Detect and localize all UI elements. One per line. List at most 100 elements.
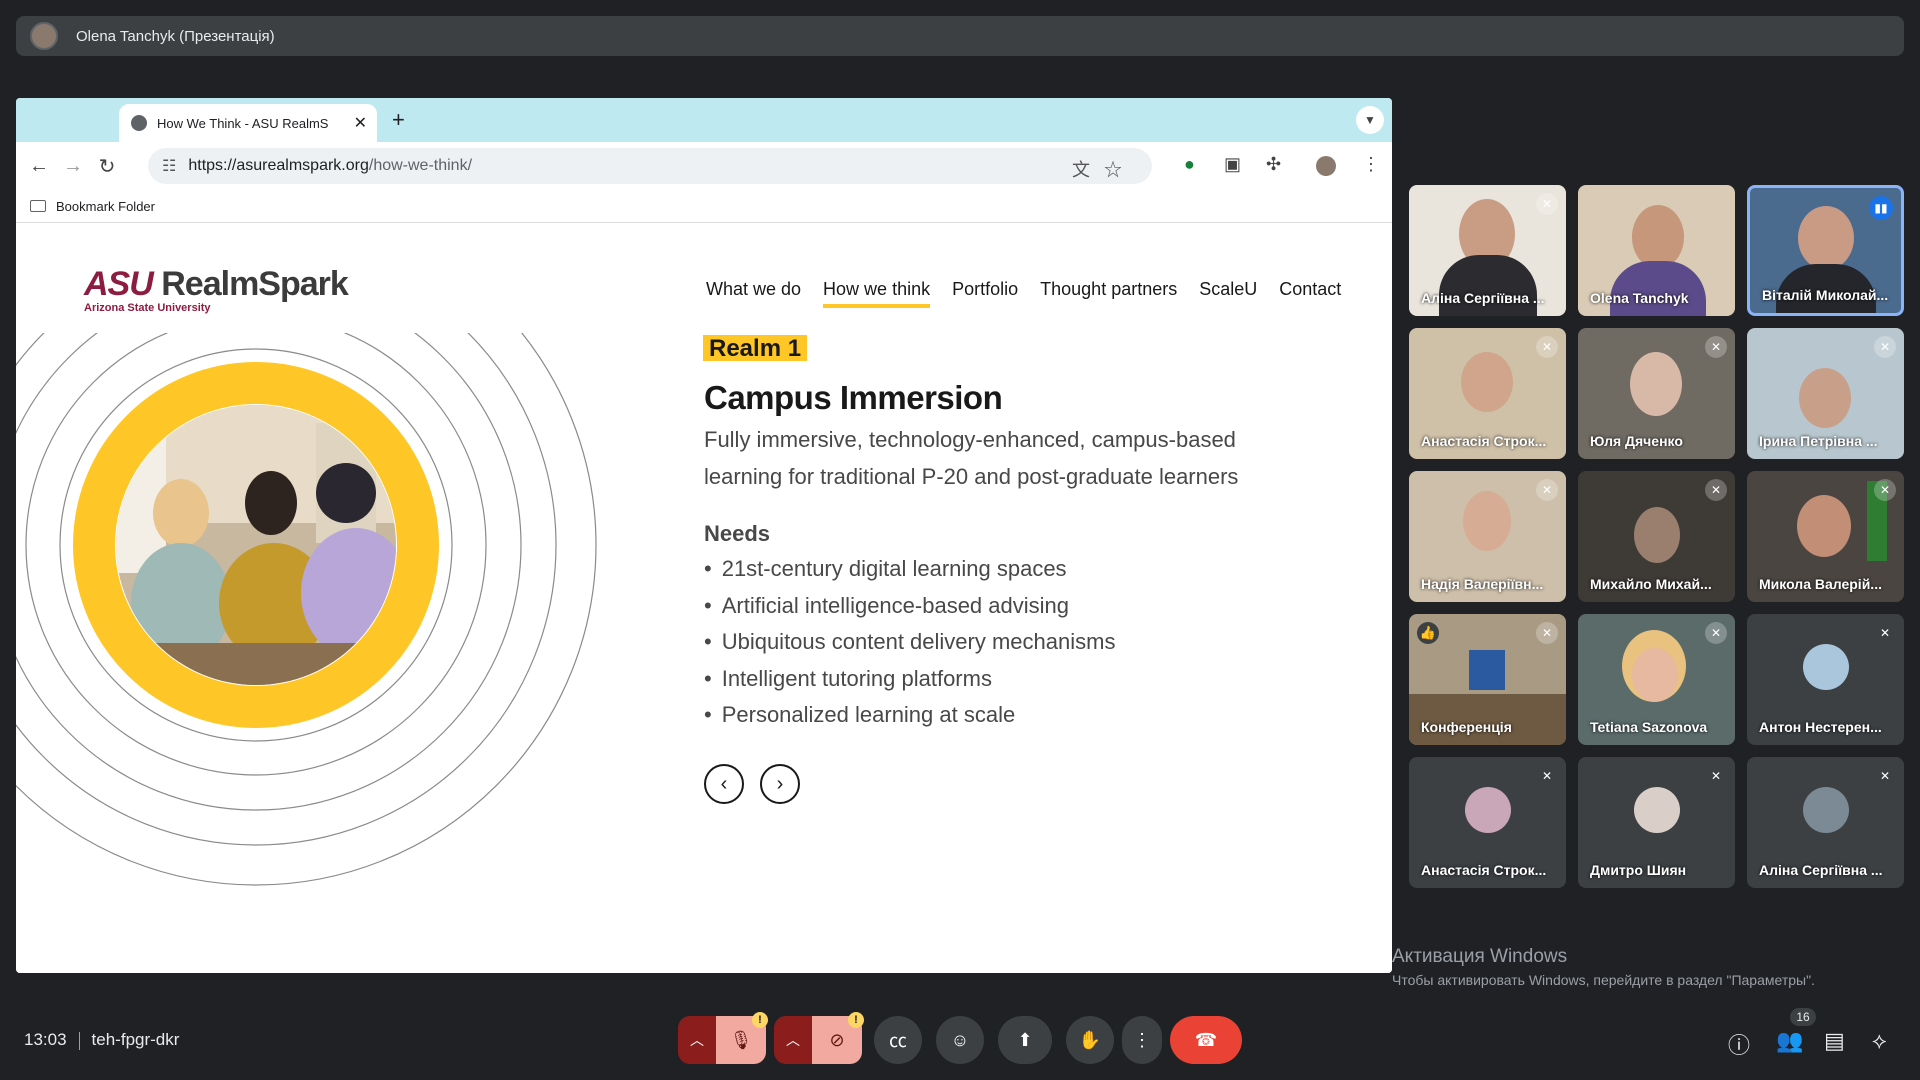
participants-count-badge: 16 (1790, 1008, 1816, 1026)
list-item: Artificial intelligence-based advising (704, 588, 1115, 625)
more-vert-icon: ⋮ (1133, 1029, 1151, 1050)
camera-warning-icon: ! (848, 1012, 864, 1028)
chat-icon[interactable]: ▤ (1824, 1028, 1845, 1054)
tab-title: How We Think - ASU RealmS (157, 115, 329, 131)
next-slide-button[interactable]: › (760, 764, 800, 804)
needs-list: 21st-century digital learning spaces Art… (704, 551, 1116, 734)
section-description: Fully immersive, technology-enhanced, ca… (704, 427, 1239, 489)
speaking-icon: ▮▮ (1869, 196, 1893, 220)
mic-off-icon: ✕ (1536, 479, 1558, 501)
folder-icon (30, 200, 46, 212)
activation-title: Активация Windows (1392, 946, 1568, 967)
list-item: Ubiquitous content delivery mechanisms (704, 624, 1116, 661)
browser-tab[interactable]: How We Think - ASU RealmS ✕ (119, 104, 377, 142)
participant-tile[interactable]: 👍 ✕ Конференція (1409, 614, 1566, 745)
star-icon[interactable]: 文☆ (1072, 156, 1136, 182)
mic-options-button[interactable]: ︿ (678, 1016, 716, 1064)
info-icon[interactable]: ⓘ (1728, 1028, 1750, 1060)
participant-name: Анастасія Строк... (1421, 433, 1547, 449)
participant-tile[interactable]: ✕ Анастасія Строк... (1409, 757, 1566, 888)
bookmark-folder[interactable]: Bookmark Folder (56, 199, 155, 214)
more-options-button[interactable]: ⋮ (1122, 1016, 1162, 1064)
mic-off-icon: ✕ (1541, 769, 1553, 783)
participant-name: Ірина Петрівна ... (1759, 433, 1878, 449)
activation-text: Чтобы активировать Windows, перейдите в … (1392, 972, 1815, 988)
site-info-icon[interactable]: ☷ (162, 156, 176, 176)
nav-thought-partners[interactable]: Thought partners (1040, 279, 1177, 308)
participant-tile[interactable]: ▮▮ Віталій Миколай... (1747, 185, 1904, 316)
forward-icon[interactable]: → (56, 155, 90, 178)
participant-tile[interactable]: Olena Tanchyk (1578, 185, 1735, 316)
people-icon[interactable]: 👥 (1776, 1028, 1803, 1054)
chevron-left-icon: ‹ (720, 772, 728, 795)
reload-icon[interactable]: ↻ (90, 154, 124, 179)
participant-name: Аліна Сергіївна ... (1421, 290, 1545, 306)
extension-app-icon[interactable]: ▣ (1224, 154, 1241, 175)
close-icon[interactable]: ✕ (354, 113, 367, 133)
browser-tabstrip: How We Think - ASU RealmS ✕ + ▼ (16, 98, 1392, 142)
raise-hand-button[interactable]: ✋ (1066, 1016, 1114, 1064)
participant-tile[interactable]: ✕ Аліна Сергіївна ... (1747, 757, 1904, 888)
new-tab-button[interactable]: + (392, 107, 405, 133)
leave-call-button[interactable]: ☎ (1170, 1016, 1242, 1064)
realmspark-logo[interactable]: ASU RealmSpark Arizona State University (84, 265, 349, 314)
back-icon[interactable]: ← (22, 155, 56, 178)
activities-icon[interactable]: ⟡ (1872, 1028, 1887, 1054)
windows-activation-watermark: Активация Windows Чтобы активировать Win… (1392, 946, 1815, 988)
prev-slide-button[interactable]: ‹ (704, 764, 744, 804)
address-bar[interactable]: ☷ https://asurealmspark.org/how-we-think… (148, 148, 1152, 184)
profile-avatar[interactable] (1316, 156, 1336, 176)
nav-scaleu[interactable]: ScaleU (1199, 279, 1257, 308)
participant-tile[interactable]: ✕ Ірина Петрівна ... (1747, 328, 1904, 459)
participant-name: Віталій Миколай... (1762, 287, 1889, 303)
avatar (1465, 787, 1511, 833)
mic-warning-icon: ! (752, 1012, 768, 1028)
nav-contact[interactable]: Contact (1279, 279, 1341, 308)
participant-name: Анастасія Строк... (1421, 862, 1547, 878)
mic-off-icon: ✕ (1879, 626, 1891, 640)
mic-off-icon: ✕ (1710, 769, 1722, 783)
participant-tile[interactable]: ✕ Дмитро Шиян (1578, 757, 1735, 888)
chevron-down-icon[interactable]: ▼ (1356, 106, 1384, 134)
mic-off-icon: ✕ (1705, 479, 1727, 501)
mic-off-icon: ✕ (1874, 336, 1896, 358)
thumbs-up-icon: 👍 (1417, 622, 1439, 644)
participant-tile[interactable]: ✕ Михайло Михай... (1578, 471, 1735, 602)
camera-off-icon: ⊘ (829, 1029, 845, 1050)
captions-button[interactable]: ㏄ (874, 1016, 922, 1064)
mic-off-icon: 🎙 (729, 1029, 753, 1050)
participant-tile[interactable]: ✕ Анастасія Строк... (1409, 328, 1566, 459)
participant-tile[interactable]: ✕ Антон Нестерен... (1747, 614, 1904, 745)
participant-name: Микола Валерій... (1759, 576, 1882, 592)
chevron-right-icon: › (776, 772, 784, 795)
camera-options-button[interactable]: ︿ (774, 1016, 812, 1064)
reactions-button[interactable]: ☺ (936, 1016, 984, 1064)
nav-how-we-think[interactable]: How we think (823, 279, 931, 308)
logo-main: RealmSpark (161, 265, 349, 303)
site-nav: What we do How we think Portfolio Though… (706, 279, 1341, 308)
nav-what-we-do[interactable]: What we do (706, 279, 801, 308)
participant-tile[interactable]: ✕ Микола Валерій... (1747, 471, 1904, 602)
participant-name: Дмитро Шиян (1590, 862, 1687, 878)
hand-icon: ✋ (1078, 1029, 1102, 1050)
participant-tile[interactable]: ✕ Аліна Сергіївна ... (1409, 185, 1566, 316)
present-button[interactable]: ⬆ (998, 1016, 1052, 1064)
participant-name: Olena Tanchyk (1590, 290, 1689, 306)
logo-asu: ASU (84, 265, 154, 303)
browser-toolbar: ← → ↻ ☷ https://asurealmspark.org/how-we… (16, 142, 1392, 190)
more-vert-icon[interactable]: ⋮ (1362, 154, 1380, 175)
meeting-code[interactable]: teh-fpgr-dkr (92, 1030, 180, 1049)
url-path: /how-we-think/ (368, 157, 473, 174)
grammarly-icon[interactable]: ● (1184, 154, 1195, 175)
avatar (1803, 787, 1849, 833)
mic-off-icon: ✕ (1536, 336, 1558, 358)
list-item: Personalized learning at scale (704, 697, 1115, 734)
url-host: https://asurealmspark.org (188, 157, 369, 174)
participant-tile[interactable]: ✕ Tetiana Sazonova (1578, 614, 1735, 745)
mic-off-icon: ✕ (1705, 622, 1727, 644)
participant-name: Tetiana Sazonova (1590, 719, 1708, 735)
nav-portfolio[interactable]: Portfolio (952, 279, 1018, 308)
participant-tile[interactable]: ✕ Надія Валеріївн... (1409, 471, 1566, 602)
participant-tile[interactable]: ✕ Юля Дяченко (1578, 328, 1735, 459)
puzzle-icon[interactable]: ✣ (1266, 154, 1281, 175)
